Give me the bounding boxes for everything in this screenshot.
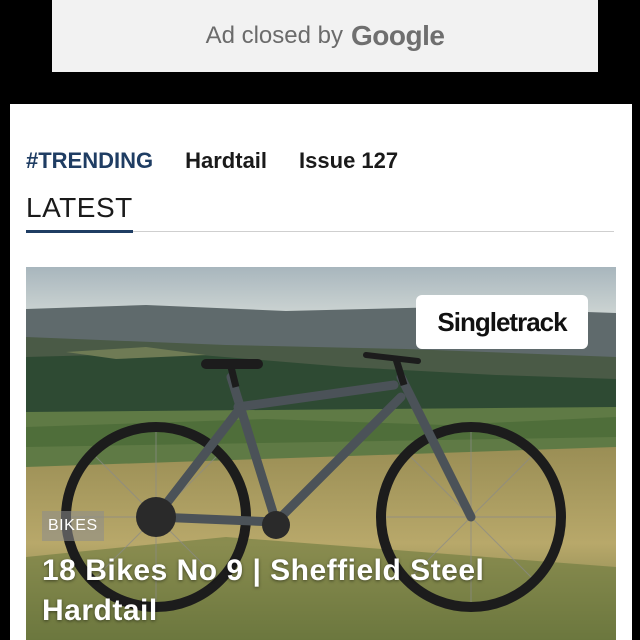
- article-headline[interactable]: 18 Bikes No 9 | Sheffield Steel Hardtail: [42, 551, 602, 631]
- ad-brand-logo: Google: [350, 20, 445, 51]
- tag-issue-127[interactable]: Issue 127: [299, 148, 398, 174]
- singletrack-logo: Singletrack: [416, 295, 588, 349]
- screen: Ad closed by Google #TRENDING Hardtail I…: [0, 0, 640, 640]
- ad-closed-banner: Ad closed by Google: [52, 0, 598, 72]
- section-underline: [26, 230, 133, 233]
- page-content: #TRENDING Hardtail Issue 127 LATEST Sing…: [10, 104, 632, 640]
- trending-tags: #TRENDING Hardtail Issue 127: [26, 148, 398, 174]
- featured-article-card[interactable]: Singletrack BIKES 18 Bikes No 9 | Sheffi…: [26, 267, 616, 640]
- ad-closed-text: Ad closed by: [205, 22, 343, 49]
- category-badge[interactable]: BIKES: [42, 511, 104, 541]
- tag-hardtail[interactable]: Hardtail: [185, 148, 267, 174]
- section-title-latest: LATEST: [26, 192, 133, 223]
- tag-trending[interactable]: #TRENDING: [26, 148, 153, 174]
